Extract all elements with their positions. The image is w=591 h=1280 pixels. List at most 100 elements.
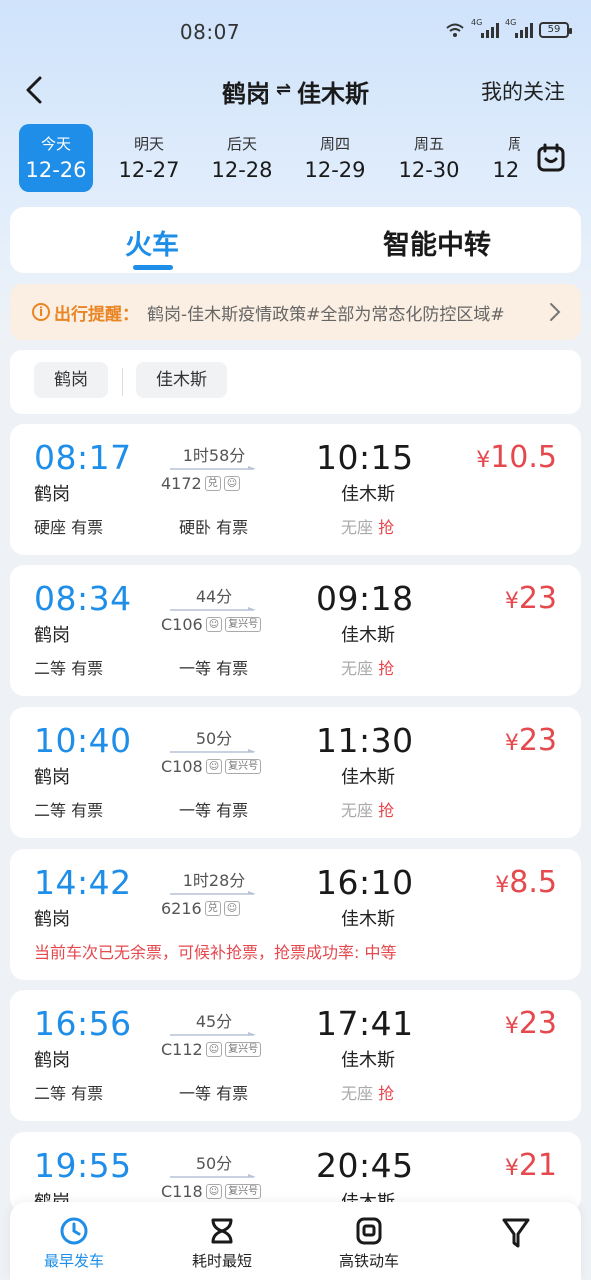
my-follow-button[interactable]: 我的关注	[481, 76, 565, 106]
seat-availability: 一等 有票	[179, 801, 249, 820]
seat-availability: 二等 有票	[34, 659, 104, 678]
tab-underline	[133, 265, 173, 270]
notice-text: 鹤岗-佳木斯疫情政策#全部为常态化防控区域#	[147, 304, 505, 325]
departure-time: 19:55	[34, 1146, 132, 1185]
fuxing-tag: 复兴号	[225, 1042, 262, 1057]
from-station-chip[interactable]: 鹤岗	[34, 362, 108, 398]
person-tag: ☺	[223, 476, 241, 491]
date-strip: 今天 12-26 明天 12-27 后天 12-28 周四 12-29 周五 1…	[0, 124, 591, 196]
arrival-time: 20:45	[316, 1146, 414, 1185]
train-card[interactable]: 19:55 鹤岗 50分 C118 ☺ 复兴号 20:45 佳木斯 ¥21	[10, 1132, 581, 1213]
date-item[interactable]: 明天 12-27	[112, 124, 186, 192]
train-card[interactable]: 08:34 鹤岗 44分 C106 ☺ 复兴号 09:18 佳木斯 ¥23 二等…	[10, 565, 581, 696]
seat-availability: 一等 有票	[179, 1084, 249, 1103]
date-item[interactable]: 周五 12-30	[392, 124, 466, 192]
from-station: 鹤岗	[221, 80, 270, 108]
duration: 44分	[195, 587, 233, 606]
train-card[interactable]: 16:56 鹤岗 45分 C112 ☺ 复兴号 17:41 佳木斯 ¥23 二等…	[10, 990, 581, 1121]
train-number: C112 ☺ 复兴号	[161, 1040, 262, 1059]
tab-smart-transfer[interactable]: 智能中转	[383, 223, 491, 262]
arrival-station: 佳木斯	[341, 1050, 395, 1071]
train-number: C106 ☺ 复兴号	[161, 615, 262, 634]
fuxing-tag: 复兴号	[225, 1184, 262, 1199]
exchange-tag: 兑	[204, 901, 221, 916]
to-station-chip[interactable]: 佳木斯	[136, 362, 227, 398]
arrival-time: 11:30	[316, 721, 414, 760]
exchange-tag: 兑	[204, 476, 221, 491]
departure-time: 14:42	[34, 863, 132, 902]
duration-line	[170, 1032, 256, 1036]
station-filter: 鹤岗 佳木斯	[10, 350, 581, 414]
mode-tabs: 火车 智能中转	[10, 207, 581, 273]
departure-station: 鹤岗	[34, 484, 70, 505]
divider	[122, 368, 123, 396]
person-tag: ☺	[205, 1184, 223, 1199]
header: 鹤岗 ⇌ 佳木斯 我的关注	[0, 60, 591, 120]
price: ¥10.5	[476, 440, 557, 475]
arrival-time: 09:18	[316, 579, 414, 618]
nav-filter[interactable]	[456, 1216, 576, 1250]
signal-icon: 4G	[471, 18, 499, 38]
clock-icon	[60, 1217, 88, 1245]
date-item-today[interactable]: 今天 12-26	[19, 124, 93, 192]
nav-high-speed[interactable]: 高铁动车	[309, 1216, 429, 1271]
nav-earliest-departure[interactable]: 最早发车	[14, 1216, 134, 1271]
filter-icon	[502, 1218, 530, 1248]
seat-availability: 二等 有票	[34, 1084, 104, 1103]
travel-notice[interactable]: i 出行提醒： 鹤岗-佳木斯疫情政策#全部为常态化防控区域#	[10, 284, 581, 340]
no-seat-grab[interactable]: 无座 抢	[341, 514, 394, 538]
departure-time: 16:56	[34, 1004, 132, 1043]
train-number: C118 ☺ 复兴号	[161, 1182, 262, 1201]
departure-time: 08:34	[34, 579, 132, 618]
person-tag: ☺	[205, 617, 223, 632]
duration-line	[170, 749, 256, 753]
train-number: C108 ☺ 复兴号	[161, 757, 262, 776]
seat-availability: 硬卧 有票	[179, 518, 249, 537]
no-seat-grab[interactable]: 无座 抢	[341, 1080, 394, 1104]
date-item[interactable]: 周四 12-29	[298, 124, 372, 192]
arrival-station: 佳木斯	[341, 625, 395, 646]
hourglass-icon	[211, 1218, 233, 1244]
departure-station: 鹤岗	[34, 625, 70, 646]
sold-out-notice: 当前车次已无余票，可候补抢票，抢票成功率: 中等	[34, 943, 397, 962]
duration-line	[170, 466, 256, 470]
person-tag: ☺	[223, 901, 241, 916]
to-station: 佳木斯	[297, 80, 370, 108]
person-tag: ☺	[205, 759, 223, 774]
tab-train[interactable]: 火车	[125, 223, 179, 262]
train-card[interactable]: 14:42 鹤岗 1时28分 6216 兑 ☺ 16:10 佳木斯 ¥8.5 当…	[10, 849, 581, 980]
duration: 50分	[195, 729, 233, 748]
status-icons: 4G 4G 59	[445, 18, 572, 38]
status-bar: 08:07 4G 4G 59	[0, 0, 591, 60]
arrival-time: 10:15	[316, 438, 414, 477]
bottom-nav: 最早发车 耗时最短 高铁动车	[10, 1202, 581, 1280]
swap-icon: ⇌	[275, 79, 292, 100]
chevron-right-icon	[550, 303, 561, 321]
back-icon[interactable]	[18, 72, 54, 108]
arrival-time: 17:41	[316, 1004, 414, 1043]
signal-icon: 4G	[505, 18, 533, 38]
date-item[interactable]: 后天 12-28	[205, 124, 279, 192]
nav-shortest-duration[interactable]: 耗时最短	[162, 1216, 282, 1271]
no-seat-grab[interactable]: 无座 抢	[341, 655, 394, 679]
person-tag: ☺	[205, 1042, 223, 1057]
departure-station: 鹤岗	[34, 1050, 70, 1071]
battery-icon: 59	[539, 22, 572, 38]
no-seat-grab[interactable]: 无座 抢	[341, 797, 394, 821]
train-number: 6216 兑 ☺	[161, 899, 241, 918]
duration: 45分	[195, 1012, 233, 1031]
price: ¥23	[504, 581, 557, 616]
duration: 50分	[195, 1154, 233, 1173]
date-item[interactable]: 周六 12-31	[486, 124, 520, 192]
arrival-time: 16:10	[316, 863, 414, 902]
calendar-icon[interactable]	[535, 142, 567, 174]
train-number: 4172 兑 ☺	[161, 474, 241, 493]
train-card[interactable]: 10:40 鹤岗 50分 C108 ☺ 复兴号 11:30 佳木斯 ¥23 二等…	[10, 707, 581, 838]
price: ¥8.5	[495, 865, 557, 900]
arrival-station: 佳木斯	[341, 909, 395, 930]
train-card[interactable]: 08:17 鹤岗 1时58分 4172 兑 ☺ 10:15 佳木斯 ¥10.5 …	[10, 424, 581, 555]
duration-line	[170, 607, 256, 611]
price: ¥23	[504, 1006, 557, 1041]
departure-time: 08:17	[34, 438, 132, 477]
fuxing-tag: 复兴号	[225, 617, 262, 632]
